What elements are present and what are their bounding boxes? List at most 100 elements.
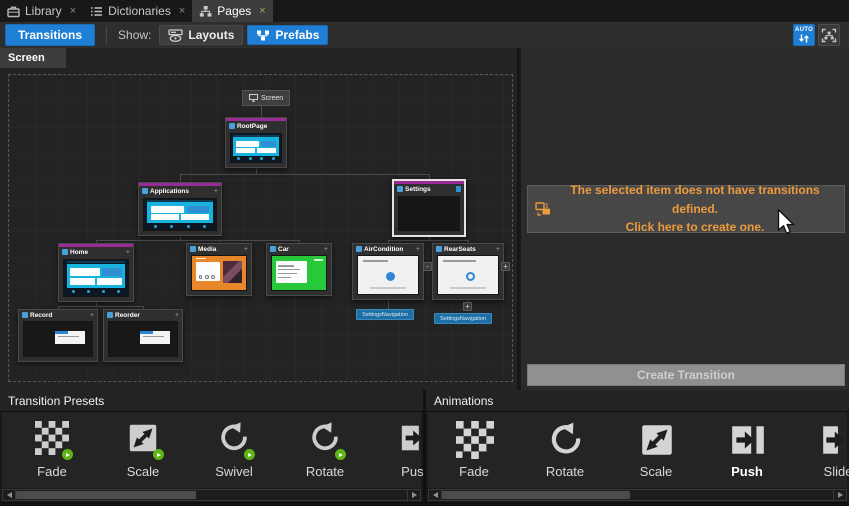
animation-slide[interactable]: Slide bbox=[800, 421, 849, 479]
settings-navigation-badge[interactable]: SettingsNavigation bbox=[356, 309, 414, 320]
node-screen[interactable]: Screen bbox=[242, 90, 290, 106]
page-icon bbox=[62, 249, 68, 255]
scroll-right-icon[interactable] bbox=[407, 490, 420, 500]
auto-arrange-button[interactable]: AUTO bbox=[793, 24, 815, 46]
no-transitions-warning[interactable]: 1 The selected item does not have transi… bbox=[527, 185, 845, 233]
preset-scale[interactable]: Scale bbox=[105, 421, 181, 479]
slide-icon bbox=[820, 421, 849, 457]
mouse-cursor bbox=[777, 209, 795, 236]
corner-mark: + bbox=[90, 312, 94, 319]
play-badge-icon bbox=[335, 449, 346, 460]
scrollbar-thumb[interactable] bbox=[442, 491, 630, 499]
list-icon bbox=[90, 5, 103, 18]
scroll-left-icon[interactable] bbox=[3, 490, 16, 500]
tab-library[interactable]: Library × bbox=[0, 0, 83, 22]
node-thumbnail bbox=[437, 255, 499, 295]
pages-canvas[interactable]: Screen bbox=[0, 48, 517, 390]
node-rootpage[interactable]: RootPage bbox=[225, 117, 287, 168]
transitions-editor-window: Library × Dictionaries × Pages × Transit… bbox=[0, 0, 849, 506]
corner-mark: + bbox=[324, 246, 328, 253]
tab-label: Library bbox=[25, 4, 62, 18]
page-icon bbox=[190, 246, 196, 252]
scrollbar-thumb[interactable] bbox=[16, 491, 196, 499]
page-icon bbox=[270, 246, 276, 252]
scale-icon bbox=[125, 421, 161, 457]
transitions-panel: 1 The selected item does not have transi… bbox=[519, 48, 849, 390]
node-applications[interactable]: Applications+ bbox=[138, 182, 222, 236]
collapse-button[interactable]: - bbox=[423, 262, 432, 271]
node-aircondition[interactable]: AirCondition+ bbox=[352, 243, 424, 300]
tab-pages[interactable]: Pages × bbox=[192, 0, 272, 22]
node-rearseats[interactable]: RearSeats+ bbox=[432, 243, 504, 300]
frame-tree-icon bbox=[821, 28, 837, 43]
horizontal-scrollbar[interactable] bbox=[428, 489, 847, 501]
prefabs-toggle-button[interactable]: Prefabs bbox=[247, 25, 328, 45]
create-transition-button[interactable]: Create Transition bbox=[527, 364, 845, 386]
expand-button[interactable]: + bbox=[501, 262, 510, 271]
scrollbar-track[interactable] bbox=[16, 490, 407, 500]
node-thumbnail bbox=[108, 321, 178, 357]
node-label: Home bbox=[70, 249, 88, 256]
node-label: AirCondition bbox=[364, 246, 403, 253]
animation-rotate[interactable]: Rotate bbox=[527, 421, 603, 479]
node-reorder[interactable]: Reorder+ bbox=[103, 309, 183, 362]
scroll-right-icon[interactable] bbox=[833, 490, 846, 500]
node-thumbnail bbox=[230, 133, 282, 163]
node-record[interactable]: Record+ bbox=[18, 309, 98, 362]
scrollbar-track[interactable] bbox=[442, 490, 833, 500]
screen-context-tab[interactable]: Screen bbox=[0, 48, 66, 68]
animations-list: Fade Rotate Scale bbox=[428, 412, 847, 488]
node-label: RearSeats bbox=[444, 246, 476, 253]
layout-graph-button[interactable] bbox=[818, 24, 840, 46]
node-media[interactable]: Media + bbox=[186, 243, 252, 296]
transition-warning-icon: 1 bbox=[534, 200, 552, 218]
node-label: Reorder bbox=[115, 312, 140, 319]
page-icon bbox=[107, 312, 113, 318]
preset-push[interactable]: Push bbox=[378, 421, 423, 479]
animation-push[interactable]: Push bbox=[709, 421, 785, 479]
play-badge-icon bbox=[153, 449, 164, 460]
node-label: Applications bbox=[150, 188, 189, 195]
corner-mark: + bbox=[244, 246, 248, 253]
node-thumbnail bbox=[271, 255, 327, 291]
node-thumbnail bbox=[357, 255, 419, 295]
node-thumbnail bbox=[398, 196, 460, 231]
layouts-eye-icon bbox=[168, 29, 183, 42]
layouts-toggle-button[interactable]: Layouts bbox=[159, 25, 243, 45]
expand-button[interactable]: + bbox=[463, 302, 472, 311]
preset-rotate[interactable]: Rotate bbox=[287, 421, 363, 479]
tab-label: Dictionaries bbox=[108, 4, 171, 18]
scroll-left-icon[interactable] bbox=[429, 490, 442, 500]
preset-swivel[interactable]: Swivel bbox=[196, 421, 272, 479]
node-thumbnail bbox=[63, 259, 129, 297]
preset-label: Fade bbox=[14, 464, 90, 479]
panel-title: Animations bbox=[426, 390, 849, 412]
close-icon[interactable]: × bbox=[70, 5, 76, 17]
rotate-icon bbox=[547, 421, 583, 457]
preset-fade[interactable]: Fade bbox=[14, 421, 90, 479]
close-icon[interactable]: × bbox=[259, 5, 265, 17]
connector bbox=[261, 106, 262, 117]
animation-scale[interactable]: Scale bbox=[618, 421, 694, 479]
node-label: Media bbox=[198, 246, 216, 253]
animation-label: Scale bbox=[618, 464, 694, 479]
node-car[interactable]: Car+ bbox=[266, 243, 332, 296]
warning-line-2: Click here to create one. bbox=[552, 218, 838, 237]
page-icon bbox=[356, 246, 362, 252]
preset-label: Swivel bbox=[196, 464, 272, 479]
page-icon bbox=[436, 246, 442, 252]
push-icon bbox=[398, 421, 423, 457]
close-icon[interactable]: × bbox=[179, 5, 185, 17]
settings-navigation-badge[interactable]: SettingsNavigation bbox=[434, 313, 492, 324]
page-icon bbox=[397, 186, 403, 192]
bottom-shelves: Transition Presets Fade Scale bbox=[0, 390, 849, 506]
transitions-button[interactable]: Transitions bbox=[5, 24, 95, 46]
node-home[interactable]: Home+ bbox=[58, 243, 134, 302]
horizontal-scrollbar[interactable] bbox=[2, 489, 421, 501]
tab-label: Pages bbox=[217, 4, 251, 18]
tab-dictionaries[interactable]: Dictionaries × bbox=[83, 0, 192, 22]
node-settings[interactable]: Settings bbox=[392, 179, 466, 237]
animation-fade[interactable]: Fade bbox=[436, 421, 512, 479]
panel-title: Transition Presets bbox=[0, 390, 423, 412]
up-down-arrows-icon bbox=[798, 34, 810, 43]
